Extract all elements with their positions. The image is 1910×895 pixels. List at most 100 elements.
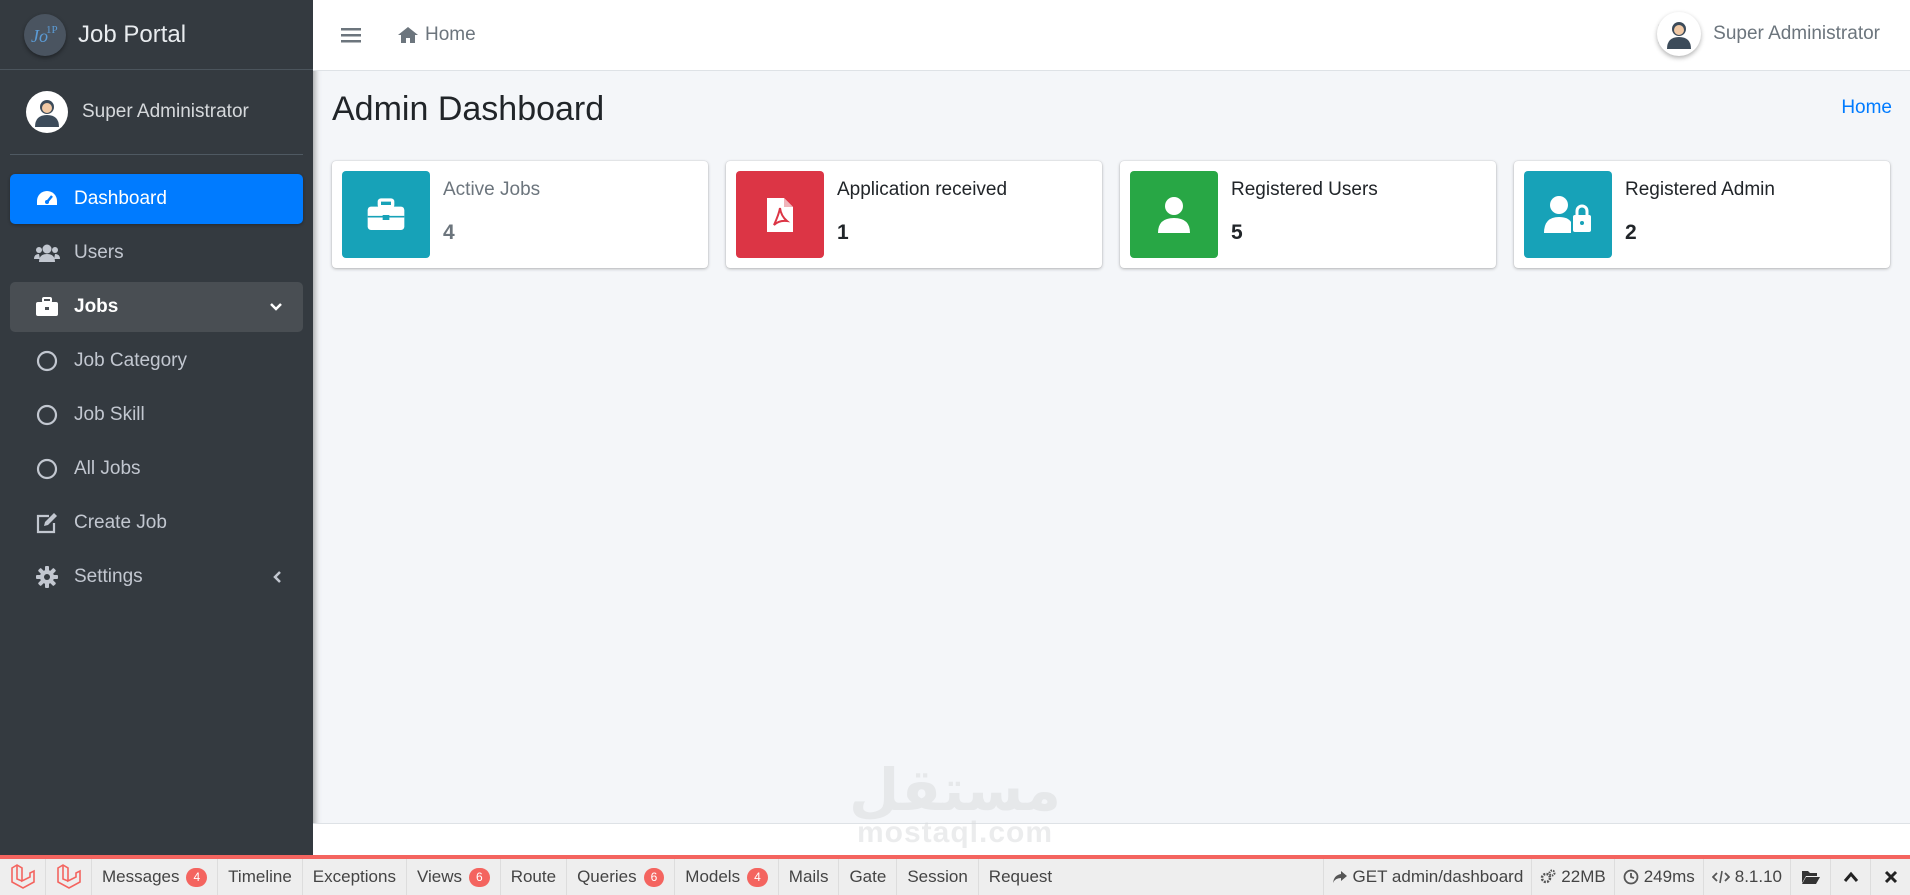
stat-value: 1 <box>837 221 849 244</box>
chevron-down-icon <box>269 302 283 312</box>
stat-card-registered-users: Registered Users 5 <box>1120 161 1496 268</box>
clock-icon <box>1623 869 1639 885</box>
brand-logo: Jo 1P <box>24 13 66 56</box>
topbar-home-link[interactable]: Home <box>397 24 476 46</box>
stat-card-applications: Application received 1 <box>726 161 1102 268</box>
user-panel[interactable]: Super Administrator <box>10 70 303 155</box>
debugbar-tab-models[interactable]: Models 4 <box>675 859 779 895</box>
code-icon <box>1711 870 1730 884</box>
debugbar-tab-mails[interactable]: Mails <box>779 859 840 895</box>
tab-badge: 4 <box>747 867 768 887</box>
sidebar-item-all-jobs[interactable]: All Jobs <box>10 444 303 494</box>
topbar-user-name: Super Administrator <box>1713 23 1880 44</box>
debugbar-version: 8.1.10 <box>1702 859 1790 895</box>
circle-icon <box>34 348 60 374</box>
debugbar-tab-gate[interactable]: Gate <box>839 859 898 895</box>
sidebar-item-label: Users <box>74 242 124 263</box>
version-label: 8.1.10 <box>1734 867 1782 886</box>
debugbar-tab-request[interactable]: Request <box>979 859 1062 895</box>
user-lock-icon <box>1524 171 1612 258</box>
breadcrumb[interactable]: Home <box>1841 97 1892 119</box>
stat-label: Active Jobs <box>443 179 541 200</box>
stat-value: 5 <box>1231 221 1243 244</box>
debugbar-tab-views[interactable]: Views 6 <box>407 859 501 895</box>
chevron-left-icon <box>273 570 283 584</box>
debugbar-stats: GET admin/dashboard 22MB 249ms 8.1.10 <box>1322 859 1910 895</box>
sidebar-item-label: All Jobs <box>74 458 141 479</box>
sidebar-item-dashboard[interactable]: Dashboard <box>10 174 303 224</box>
sidebar-item-create-job[interactable]: Create Job <box>10 498 303 548</box>
tab-label: Exceptions <box>312 867 396 886</box>
stat-value: 4 <box>443 221 455 244</box>
home-icon <box>398 27 418 43</box>
debugbar-tab-timeline[interactable]: Timeline <box>218 859 303 895</box>
debugbar-tab-messages[interactable]: Messages 4 <box>92 859 219 895</box>
tab-label: Request <box>988 867 1053 886</box>
file-pdf-icon <box>736 171 824 258</box>
sidebar-item-job-category[interactable]: Job Category <box>10 336 303 386</box>
time-label: 249ms <box>1643 867 1695 886</box>
debugbar-tab-exceptions[interactable]: Exceptions <box>303 859 407 895</box>
debugbar-tab-queries[interactable]: Queries 6 <box>567 859 676 895</box>
tab-label: Session <box>907 867 968 886</box>
tab-badge: 4 <box>186 867 208 887</box>
folder-open-icon[interactable] <box>1790 859 1830 895</box>
laravel-logo-icon[interactable] <box>0 859 46 895</box>
debugbar-tab-session[interactable]: Session <box>897 859 979 895</box>
sidebar-nav: Dashboard Users Jobs Job Category Job Sk… <box>0 155 313 602</box>
stat-value: 2 <box>1625 221 1637 244</box>
sidebar-item-label: Create Job <box>74 512 167 533</box>
tab-label: Messages <box>102 867 180 886</box>
debugbar-request[interactable]: GET admin/dashboard <box>1322 859 1532 895</box>
users-icon <box>34 240 60 266</box>
debugbar-tab-route[interactable]: Route <box>501 859 568 895</box>
tab-label: Models <box>685 867 741 886</box>
close-icon[interactable] <box>1870 859 1910 895</box>
laravel-restore-icon[interactable] <box>46 859 92 895</box>
sidebar-user-name: Super Administrator <box>82 101 249 122</box>
brand-name: Job Portal <box>78 20 187 48</box>
watermark-latin: mostaql.com <box>856 816 1054 849</box>
share-icon <box>1332 871 1347 883</box>
briefcase-icon <box>342 171 430 258</box>
topbar: Home Super Administrator <box>313 0 1910 71</box>
sidebar-item-label: Job Skill <box>74 404 145 425</box>
debugbar-time: 249ms <box>1613 859 1703 895</box>
stat-label: Registered Admin <box>1625 179 1775 200</box>
svg-text:1P: 1P <box>46 24 58 36</box>
tachometer-icon <box>34 186 60 212</box>
tab-badge: 6 <box>469 867 490 887</box>
memory-label: 22MB <box>1561 867 1606 886</box>
sidebar-item-label: Job Category <box>74 350 188 371</box>
brand-link[interactable]: Jo 1P Job Portal <box>0 0 313 70</box>
tab-label: Mails <box>788 867 829 886</box>
stat-cards: Active Jobs 4 Application received 1 Reg… <box>332 161 1890 268</box>
tab-label: Timeline <box>228 867 292 886</box>
home-label: Home <box>425 24 476 45</box>
stat-label: Application received <box>837 179 1008 200</box>
sidebar-item-users[interactable]: Users <box>10 228 303 278</box>
topbar-user-menu[interactable]: Super Administrator <box>1657 12 1880 56</box>
sidebar-item-settings[interactable]: Settings <box>10 552 303 602</box>
tab-label: Gate <box>849 867 887 886</box>
chevron-up-icon[interactable] <box>1830 859 1870 895</box>
sidebar: Jo 1P Job Portal Super Administrator Dash… <box>0 0 313 855</box>
menu-toggle-icon[interactable] <box>341 27 361 43</box>
request-label: GET admin/dashboard <box>1352 867 1524 886</box>
tab-label: Views <box>416 867 462 886</box>
cogs-icon <box>1541 869 1556 884</box>
sidebar-item-job-skill[interactable]: Job Skill <box>10 390 303 440</box>
tab-badge: 6 <box>643 867 665 887</box>
sidebar-item-label: Jobs <box>74 296 119 317</box>
sidebar-item-jobs[interactable]: Jobs <box>10 282 303 332</box>
edit-icon <box>34 510 60 536</box>
watermark: مستقل mostaql.com <box>835 760 1075 849</box>
debugbar: Messages 4 Timeline Exceptions Views 6 Rou… <box>0 855 1910 895</box>
avatar <box>26 91 68 133</box>
page-title: Admin Dashboard <box>332 90 605 128</box>
stat-label: Registered Users <box>1231 179 1378 200</box>
user-icon <box>1130 171 1218 258</box>
briefcase-icon <box>34 294 60 320</box>
debugbar-memory: 22MB <box>1531 859 1613 895</box>
stat-card-registered-admin: Registered Admin 2 <box>1514 161 1890 268</box>
